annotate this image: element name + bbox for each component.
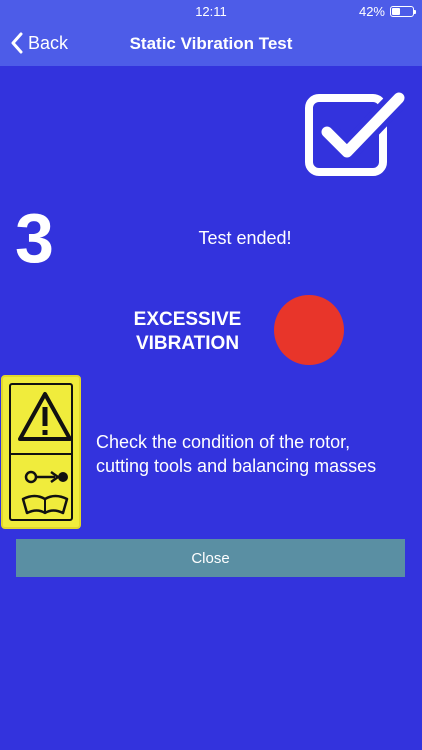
warning-sign-divider <box>11 453 71 455</box>
status-bar: 12:11 42% <box>0 0 422 22</box>
read-manual-icon <box>21 470 69 515</box>
warning-sign-border <box>9 383 73 521</box>
battery-percent: 42% <box>358 4 385 19</box>
battery-fill <box>392 8 401 15</box>
test-result-text: Test ended! <box>198 228 292 248</box>
vibration-status-label: EXCESSIVE VIBRATION <box>133 309 242 354</box>
instruction-text: Check the condition of the rotor, cuttin… <box>96 432 377 476</box>
vibration-status-indicator <box>274 295 344 365</box>
checkbox-checked-icon <box>305 92 405 176</box>
warning-triangle-icon <box>18 392 72 441</box>
battery-icon <box>390 6 416 17</box>
warning-sign <box>1 375 81 529</box>
close-button[interactable]: Close <box>16 539 405 577</box>
battery-indicator: 42% <box>358 4 416 19</box>
step-number: 3 <box>15 199 54 277</box>
page-title: Static Vibration Test <box>129 34 293 53</box>
navigation-bar: Back Static Vibration Test <box>0 22 422 66</box>
